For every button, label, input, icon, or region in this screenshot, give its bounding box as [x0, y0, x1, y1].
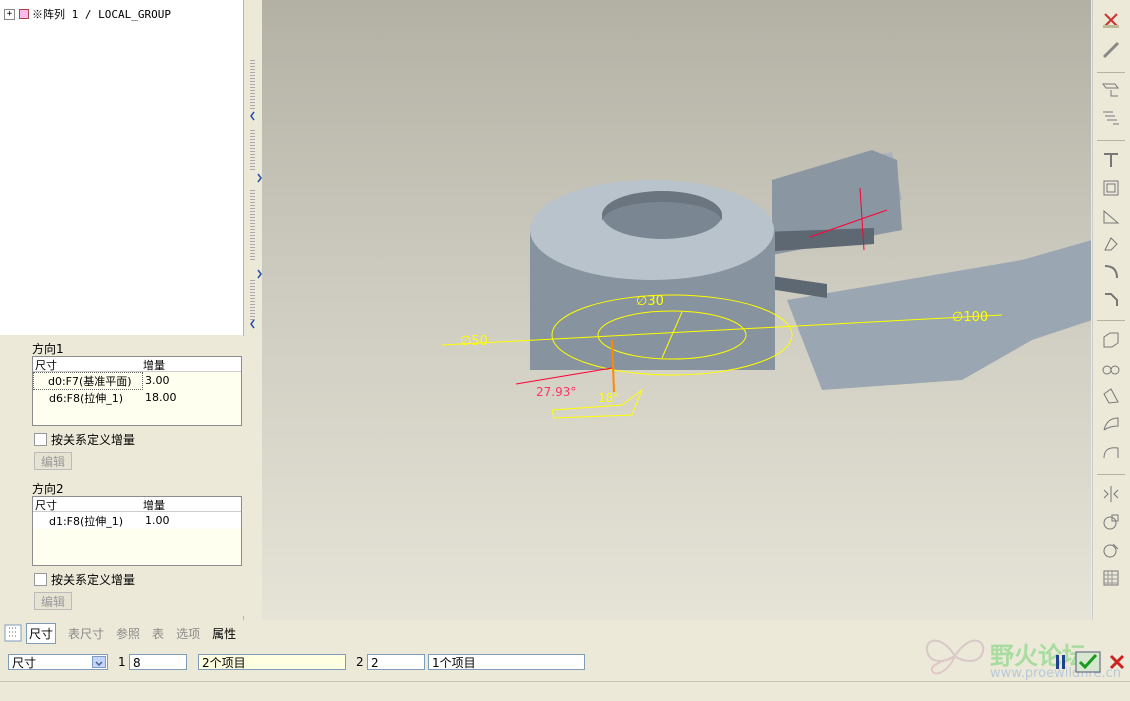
direction1-label: 方向1 [32, 342, 64, 356]
grid-icon[interactable] [4, 624, 22, 642]
dir2-count-input[interactable]: 2 [367, 654, 425, 670]
direction1-table[interactable]: 尺寸 增量 d0:F7(基准平面) 3.00 d6:F8(拉伸_1) 18.00 [32, 356, 242, 426]
col-increment: 增量 [143, 359, 165, 372]
datum-curve-icon[interactable] [1101, 40, 1121, 60]
edit-button-1[interactable]: 编辑 [34, 452, 72, 470]
relation-checkbox-2[interactable]: 按关系定义增量 [34, 571, 135, 588]
dimension-panel: 方向1 尺寸 增量 d0:F7(基准平面) 3.00 d6:F8(拉伸_1) 1… [26, 336, 244, 616]
sweep-icon[interactable] [1101, 358, 1121, 378]
expand-arrow-icon [257, 173, 262, 183]
model-base-face [787, 240, 1091, 390]
dim-angle-18: 18° [598, 391, 619, 405]
checkbox-icon[interactable] [34, 573, 47, 586]
tab-references[interactable]: 参照 [116, 625, 140, 642]
blend-icon[interactable] [1101, 330, 1121, 350]
model-rib [762, 228, 874, 252]
extrude-icon[interactable] [1101, 150, 1121, 170]
checkbox-icon[interactable] [34, 433, 47, 446]
splitter-arrows [250, 111, 262, 329]
dim-d100: ∅100 [952, 310, 988, 325]
collapse-arrow-icon [250, 111, 255, 121]
mirror-icon[interactable] [1101, 484, 1121, 504]
pattern-icon [19, 9, 29, 19]
cell-dim: d1:F8(拉伸_1) [49, 514, 124, 528]
dir2-label: 2 [356, 655, 364, 669]
chevron-down-icon[interactable] [92, 656, 106, 668]
cell-inc[interactable]: 18.00 [143, 391, 241, 404]
merge-icon[interactable] [1101, 512, 1121, 532]
trim-icon[interactable] [1101, 540, 1121, 560]
cell-inc[interactable]: 3.00 [143, 374, 241, 387]
cancel-x-button[interactable] [1108, 653, 1126, 671]
pause-icon[interactable] [1053, 653, 1069, 671]
model-tree: + ※阵列 1 / LOCAL_GROUP [0, 0, 243, 335]
cell-dim: d6:F8(拉伸_1) [49, 391, 124, 405]
expand-arrow-icon [257, 269, 262, 279]
dir1-label: 1 [118, 655, 126, 669]
expand-plus-icon[interactable]: + [4, 8, 15, 20]
tab-table-dimensions[interactable]: 表尺寸 [68, 625, 104, 642]
right-toolbar [1092, 0, 1130, 620]
model-view: ∅100 ∅50 ∅30 27.93° 18° [441, 150, 1091, 419]
pattern-table-icon[interactable] [1101, 568, 1121, 588]
dir2-items-collector[interactable]: 1个项目 [428, 654, 585, 670]
sketch-plane-icon[interactable] [1101, 80, 1121, 100]
sketch-edit-icon[interactable] [1101, 108, 1121, 128]
draft-icon[interactable] [1101, 234, 1121, 254]
checkbox-label: 按关系定义增量 [51, 573, 136, 587]
datum-axis-icon[interactable] [1101, 10, 1121, 30]
watermark-butterfly-logo [925, 639, 985, 675]
rib-icon[interactable] [1101, 206, 1121, 226]
cell-dim: d0:F7(基准平面) [33, 371, 143, 390]
dir1-count-input[interactable]: 8 [129, 654, 187, 670]
tab-properties[interactable]: 属性 [212, 625, 236, 642]
graphics-viewport[interactable]: ∅100 ∅50 ∅30 27.93° 18° [262, 0, 1091, 620]
cell-inc[interactable]: 1.00 [143, 514, 241, 527]
boundary-blend-icon[interactable] [1101, 414, 1121, 434]
table-row[interactable]: d6:F8(拉伸_1) 18.00 [33, 389, 241, 406]
tab-options[interactable]: 选项 [176, 625, 200, 642]
dim-angle: 27.93° [536, 385, 576, 399]
collapse-arrow-icon [250, 319, 255, 329]
status-bar [0, 681, 1130, 701]
table-row[interactable]: d0:F7(基准平面) 3.00 [33, 371, 241, 390]
relation-checkbox-1[interactable]: 按关系定义增量 [34, 431, 135, 448]
col-dimension: 尺寸 [35, 499, 57, 512]
pattern-type-select[interactable]: 尺寸 [8, 654, 108, 670]
col-increment: 增量 [143, 499, 165, 512]
dir1-items-collector[interactable]: 2个项目 [198, 654, 346, 670]
panel-splitter[interactable] [243, 0, 263, 620]
chamfer-icon[interactable] [1101, 290, 1121, 310]
checkbox-label: 按关系定义增量 [51, 433, 136, 447]
pattern-dashboard: 尺寸 1 8 2个项目 2 2 1个项目 野火论坛 www.proewildfi… [0, 639, 1130, 681]
tab-table[interactable]: 表 [152, 625, 164, 642]
swept-blend-icon[interactable] [1101, 386, 1121, 406]
surface-icon[interactable] [1101, 442, 1121, 462]
dim-d30: ∅30 [636, 294, 664, 309]
shell-icon[interactable] [1101, 178, 1121, 198]
col-dimension: 尺寸 [35, 359, 57, 372]
direction2-label: 方向2 [32, 482, 64, 496]
dim-d50: ∅50 [460, 334, 488, 349]
edit-button-2[interactable]: 编辑 [34, 592, 72, 610]
select-value: 尺寸 [12, 656, 37, 670]
tree-item-pattern[interactable]: + ※阵列 1 / LOCAL_GROUP [4, 6, 171, 22]
direction2-table[interactable]: 尺寸 增量 d1:F8(拉伸_1) 1.00 [32, 496, 242, 566]
tree-item-label: ※阵列 1 / LOCAL_GROUP [32, 8, 171, 21]
round-icon[interactable] [1101, 262, 1121, 282]
tab-dimensions[interactable]: 尺寸 [26, 622, 57, 644]
table-row[interactable]: d1:F8(拉伸_1) 1.00 [33, 512, 241, 529]
confirm-check-button[interactable] [1075, 651, 1101, 673]
